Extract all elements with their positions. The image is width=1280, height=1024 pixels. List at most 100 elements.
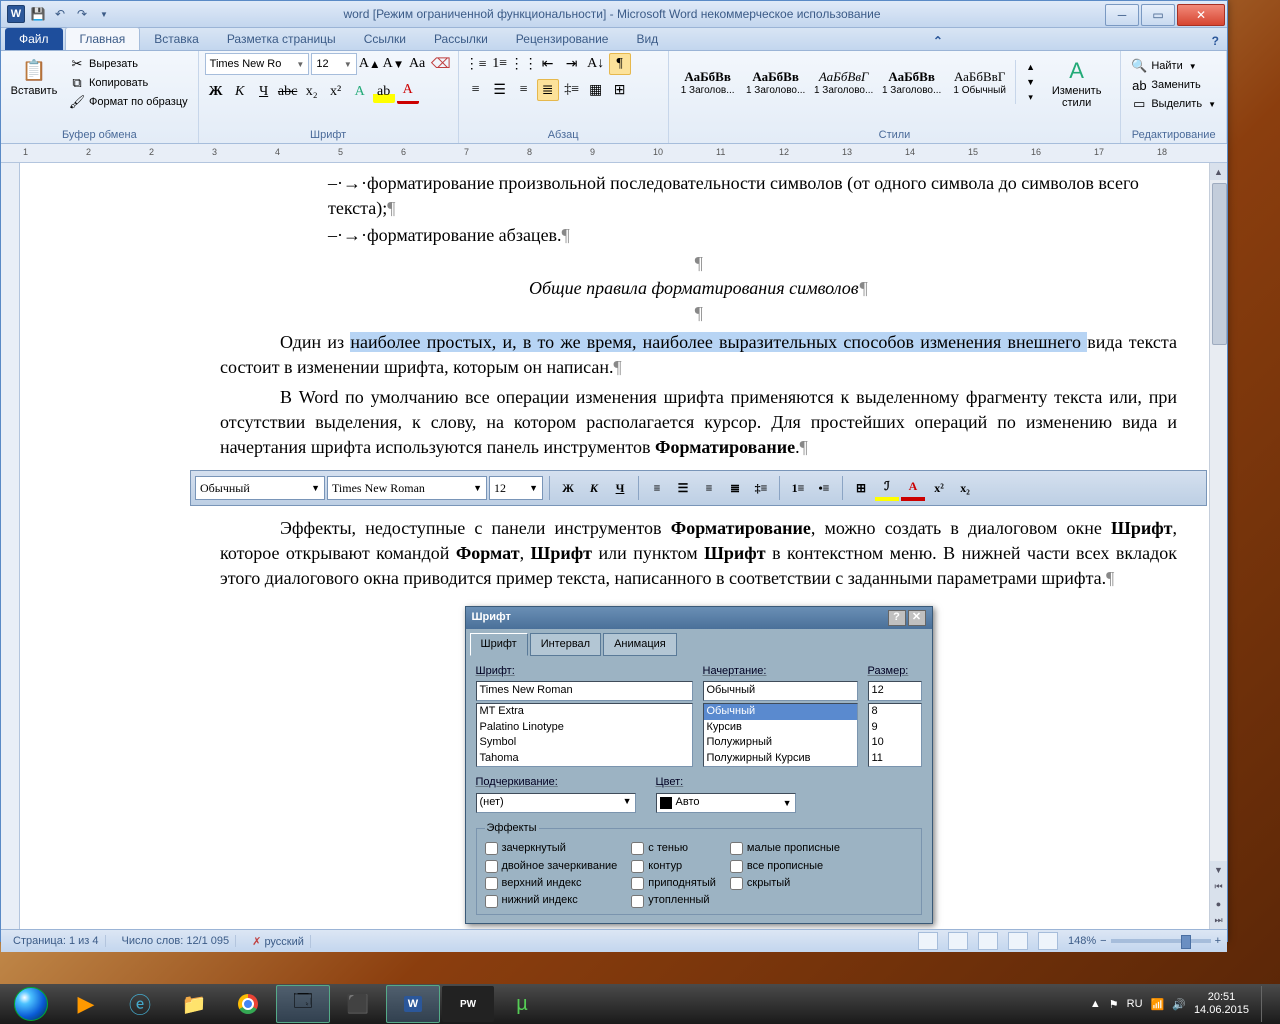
underline-button[interactable]: Ч (253, 81, 275, 103)
align-left-button[interactable]: ≡ (465, 79, 487, 101)
tab-references[interactable]: Ссылки (350, 28, 420, 50)
styles-scroll-down[interactable]: ▼ (1020, 75, 1042, 89)
tray-flag-icon[interactable]: ⚑ (1109, 998, 1119, 1011)
scroll-down-icon[interactable]: ▼ (1210, 861, 1227, 878)
tray-expand-icon[interactable]: ▲ (1090, 998, 1101, 1010)
document-page[interactable]: –·→·форматирование произвольной последов… (20, 163, 1227, 924)
show-marks-button[interactable]: ¶ (609, 53, 631, 75)
indent-dec-button[interactable]: ⇤ (537, 53, 559, 75)
line-spacing-button[interactable]: ‡≡ (561, 79, 583, 101)
tab-layout[interactable]: Разметка страницы (213, 28, 350, 50)
indent-inc-button[interactable]: ⇥ (561, 53, 583, 75)
italic-button[interactable]: К (229, 81, 251, 103)
zoom-level[interactable]: 148% (1068, 935, 1096, 947)
zoom-slider[interactable] (1111, 939, 1211, 943)
align-center-button[interactable]: ☰ (489, 79, 511, 101)
style-item[interactable]: АаБбВв1 Заголов... (675, 53, 741, 111)
help-icon[interactable]: ? (1204, 32, 1227, 50)
browse-object-icon[interactable]: ● (1210, 895, 1227, 912)
qat-customize-icon[interactable]: ▼ (95, 5, 113, 23)
bold-button[interactable]: Ж (205, 81, 227, 103)
status-lang[interactable]: ✗ русский (246, 935, 311, 948)
tab-view[interactable]: Вид (622, 28, 672, 50)
change-case-button[interactable]: Aa (406, 53, 428, 75)
taskbar-app3[interactable]: PW (442, 986, 494, 1022)
qat-undo-icon[interactable]: ↶ (51, 5, 69, 23)
view-print-layout[interactable] (918, 932, 938, 950)
ribbon-minimize-icon[interactable]: ⌃ (925, 32, 951, 50)
numbering-button[interactable]: 1≡ (489, 53, 511, 75)
change-styles-button[interactable]: A Изменить стили (1046, 53, 1108, 113)
ruler-horizontal[interactable]: document.write(Array.from({length:19},(_… (1, 144, 1227, 163)
status-words[interactable]: Число слов: 12/1 095 (116, 935, 237, 947)
select-button[interactable]: ▭Выделить▼ (1127, 95, 1220, 113)
cut-button[interactable]: ✂Вырезать (65, 55, 192, 73)
copy-button[interactable]: ⧉Копировать (65, 74, 192, 92)
style-item[interactable]: АаБбВв1 Заголово... (879, 53, 945, 111)
tab-insert[interactable]: Вставка (140, 28, 213, 50)
subscript-button[interactable]: x₂ (301, 81, 323, 103)
replace-button[interactable]: abЗаменить (1127, 76, 1220, 94)
font-size-combo[interactable]: 12▼ (311, 53, 357, 75)
tab-review[interactable]: Рецензирование (502, 28, 623, 50)
styles-expand[interactable]: ▾ (1020, 90, 1042, 104)
prev-page-icon[interactable]: ⏮ (1210, 878, 1227, 895)
style-item[interactable]: АаБбВвГ1 Заголово... (811, 53, 877, 111)
vertical-scrollbar[interactable]: ▲ ▼ ⏮ ● ⏭ (1209, 163, 1227, 929)
ruler-vertical[interactable] (1, 163, 20, 929)
taskbar-app2[interactable]: ⬛ (332, 986, 384, 1022)
font-color-button[interactable]: A (397, 79, 419, 104)
style-item[interactable]: АаБбВв1 Заголово... (743, 53, 809, 111)
text-effects-button[interactable]: A (349, 81, 371, 103)
align-right-button[interactable]: ≡ (513, 79, 535, 101)
bullets-button[interactable]: ⋮≡ (465, 53, 487, 75)
paste-button[interactable]: 📋 Вставить (7, 53, 61, 101)
font-name-combo[interactable]: Times New Ro▼ (205, 53, 310, 75)
view-draft[interactable] (1038, 932, 1058, 950)
tab-home[interactable]: Главная (65, 27, 141, 50)
taskbar-explorer[interactable]: 📁 (168, 986, 220, 1022)
view-outline[interactable] (1008, 932, 1028, 950)
view-web[interactable] (978, 932, 998, 950)
style-item[interactable]: АаБбВвГ1 Обычный (947, 53, 1013, 111)
tray-network-icon[interactable]: 📶 (1151, 998, 1165, 1011)
file-tab[interactable]: Файл (5, 28, 63, 50)
shrink-font-button[interactable]: A▼ (383, 53, 405, 75)
taskbar-chrome[interactable] (222, 986, 274, 1022)
taskbar-ie[interactable]: ⓔ (114, 986, 166, 1022)
taskbar-app1[interactable]: 🗔 (276, 985, 330, 1023)
tab-mailings[interactable]: Рассылки (420, 28, 502, 50)
find-button[interactable]: 🔍Найти▼ (1127, 57, 1220, 75)
borders-button[interactable]: ⊞ (609, 79, 631, 101)
next-page-icon[interactable]: ⏭ (1210, 912, 1227, 929)
tray-volume-icon[interactable]: 🔊 (1172, 998, 1186, 1011)
scroll-up-icon[interactable]: ▲ (1210, 163, 1227, 180)
tray-lang[interactable]: RU (1127, 998, 1143, 1010)
close-button[interactable]: ✕ (1177, 4, 1225, 26)
multilevel-button[interactable]: ⋮⋮ (513, 53, 535, 75)
shading-button[interactable]: ▦ (585, 79, 607, 101)
page-scroll[interactable]: –·→·форматирование произвольной последов… (20, 163, 1227, 929)
tray-clock[interactable]: 20:5114.06.2015 (1194, 991, 1249, 1017)
taskbar-utorrent[interactable]: µ (496, 986, 548, 1022)
highlight-button[interactable]: ab (373, 81, 395, 103)
styles-scroll-up[interactable]: ▲ (1020, 60, 1042, 74)
clear-format-button[interactable]: ⌫ (430, 53, 452, 75)
app-icon[interactable]: W (7, 5, 25, 23)
sort-button[interactable]: A↓ (585, 53, 607, 75)
scroll-thumb[interactable] (1212, 183, 1227, 345)
taskbar-word[interactable]: W (386, 985, 440, 1023)
zoom-in-button[interactable]: + (1215, 935, 1221, 947)
qat-redo-icon[interactable]: ↷ (73, 5, 91, 23)
strike-button[interactable]: abc (277, 81, 299, 103)
grow-font-button[interactable]: A▲ (359, 53, 381, 75)
qat-save-icon[interactable]: 💾 (29, 5, 47, 23)
align-justify-button[interactable]: ≣ (537, 79, 559, 101)
view-fullscreen[interactable] (948, 932, 968, 950)
taskbar-mediaplayer[interactable]: ▶ (60, 986, 112, 1022)
show-desktop-button[interactable] (1261, 986, 1272, 1022)
zoom-out-button[interactable]: − (1100, 935, 1106, 947)
format-painter-button[interactable]: 🖌Формат по образцу (65, 93, 192, 111)
start-button[interactable] (4, 986, 58, 1022)
minimize-button[interactable]: ─ (1105, 4, 1139, 26)
